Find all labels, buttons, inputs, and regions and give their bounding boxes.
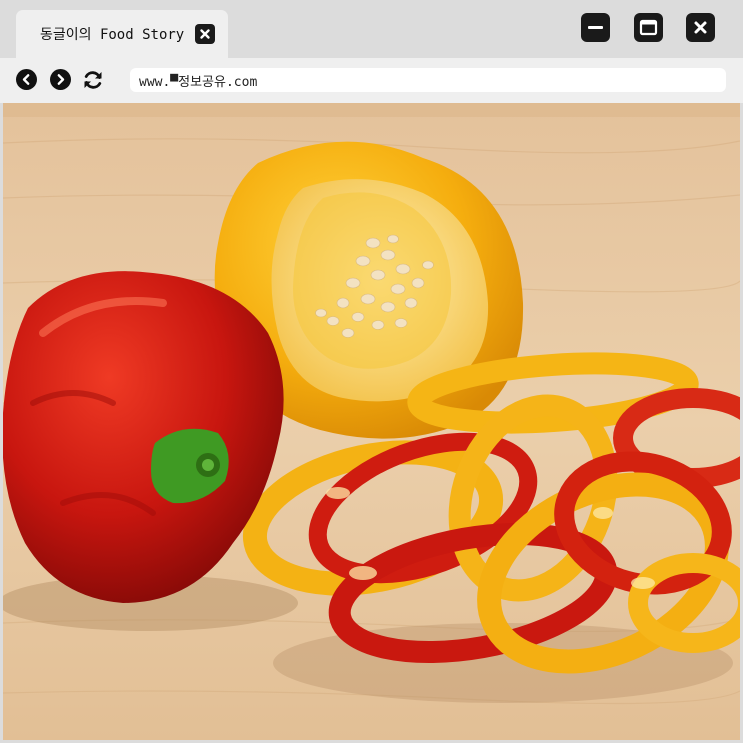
close-icon xyxy=(694,21,707,34)
url-text: www.▀정보공유.com xyxy=(139,75,258,90)
browser-tab[interactable]: 동글이의 Food Story xyxy=(16,10,228,58)
close-icon xyxy=(200,29,210,39)
forward-button[interactable] xyxy=(50,69,71,90)
tab-title: 동글이의 Food Story xyxy=(40,27,185,43)
browser-window: 동글이의 Food Story www.▀정보공유.com xyxy=(0,0,743,743)
address-bar[interactable]: www.▀정보공유.com xyxy=(130,68,726,92)
minimize-icon xyxy=(588,26,603,29)
maximize-button[interactable] xyxy=(634,13,663,42)
toolbar: www.▀정보공유.com xyxy=(0,58,743,103)
back-button[interactable] xyxy=(16,69,37,90)
reload-button[interactable] xyxy=(82,69,104,91)
reload-icon xyxy=(84,71,102,89)
chevron-left-icon xyxy=(16,69,37,90)
minimize-button[interactable] xyxy=(581,13,610,42)
window-close-button[interactable] xyxy=(686,13,715,42)
chevron-right-icon xyxy=(50,69,71,90)
maximize-icon xyxy=(639,19,658,36)
tab-strip: 동글이의 Food Story xyxy=(0,0,743,58)
tab-close-button[interactable] xyxy=(195,24,215,44)
peppers-photo xyxy=(3,103,740,740)
page-content xyxy=(3,103,740,740)
